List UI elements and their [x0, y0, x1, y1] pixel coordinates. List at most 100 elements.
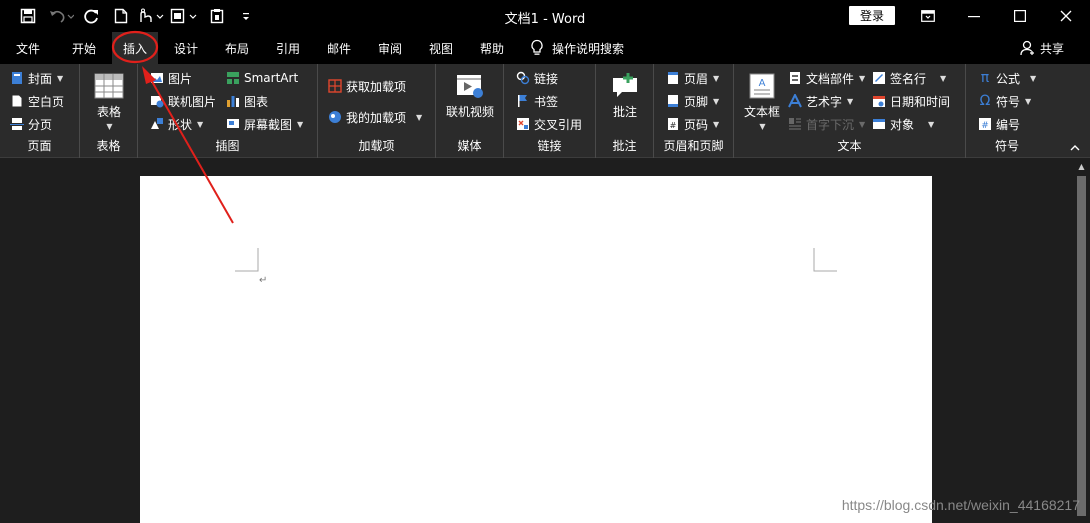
svg-text:#: #	[981, 121, 989, 131]
group-pages: 封面 ▼ 空白页 分页 页面	[0, 64, 80, 158]
group-pages-label: 页面	[27, 139, 52, 153]
page-break-button[interactable]: 分页	[10, 114, 52, 134]
quick-parts-button[interactable]: 文档部件 ▼	[788, 68, 865, 88]
footer-label: 页脚	[684, 94, 709, 109]
tab-insert[interactable]: 插入	[112, 32, 158, 64]
group-illustrations: 图片 联机图片 形状 ▼ SmartArt 图表 屏幕截图 ▼ 插图	[138, 64, 318, 158]
scroll-thumb[interactable]	[1077, 176, 1086, 516]
object-button[interactable]: 对象 ▼	[872, 114, 934, 134]
cover-page-label: 封面	[28, 71, 53, 86]
table-button[interactable]: 表格 ▼	[92, 72, 126, 131]
shapes-label: 形状	[168, 117, 193, 132]
symbol-button[interactable]: Ω 符号 ▼	[978, 91, 1032, 111]
scroll-up-icon[interactable]: ▲	[1076, 162, 1087, 172]
group-illustrations-label: 插图	[215, 139, 240, 153]
watermark-text: https://blog.csdn.net/weixin_44168217	[841, 497, 1080, 513]
shapes-button[interactable]: 形状 ▼	[150, 114, 203, 134]
get-addins-button[interactable]: 获取加载项	[328, 76, 406, 96]
page-break-label: 分页	[28, 117, 53, 132]
footer-button[interactable]: 页脚 ▼	[666, 91, 719, 111]
get-addins-label: 获取加载项	[346, 79, 407, 94]
title-bar: 文档1 - Word 登录	[0, 0, 1090, 32]
document-page[interactable]: ↵	[140, 176, 932, 523]
calendar-icon	[872, 94, 886, 108]
tell-me-search[interactable]: 操作说明搜索	[530, 32, 624, 64]
lightbulb-icon	[531, 39, 543, 55]
tab-review[interactable]: 审阅	[370, 32, 410, 64]
document-area: ↵ ▲ https://blog.csdn.net/weixin_4416821…	[0, 158, 1090, 523]
text-box-icon: A	[747, 72, 777, 100]
drop-cap-button[interactable]: 首字下沉 ▼	[788, 114, 865, 134]
group-text-label: 文本	[837, 139, 862, 153]
svg-text:#: #	[670, 121, 677, 130]
tab-file[interactable]: 文件	[8, 32, 48, 64]
new-comment-button[interactable]: 批注	[608, 72, 642, 120]
pictures-button[interactable]: 图片	[150, 68, 192, 88]
my-addins-button[interactable]: 我的加载项 ▼	[328, 107, 422, 127]
my-addins-label: 我的加载项	[346, 110, 407, 125]
page-number-button[interactable]: # 页码 ▼	[666, 114, 719, 134]
group-text: A 文本框 ▼ 文档部件 ▼ 艺术字 ▼ 首字下沉 ▼ 签名行 ▼ 日期和时间 对象 ▼	[734, 64, 966, 158]
maximize-icon[interactable]	[1008, 4, 1032, 28]
online-video-label: 联机视频	[445, 105, 494, 119]
screenshot-icon	[226, 117, 240, 131]
number-label: 编号	[996, 117, 1021, 132]
smartart-icon	[226, 71, 240, 85]
cover-page-button[interactable]: 封面 ▼	[10, 68, 63, 88]
equation-button[interactable]: π 公式 ▼	[978, 68, 1036, 88]
online-picture-icon	[150, 94, 164, 108]
paragraph-mark: ↵	[259, 275, 268, 286]
smartart-button[interactable]: SmartArt	[226, 68, 298, 88]
chart-label: 图表	[244, 94, 269, 109]
tab-view[interactable]: 视图	[421, 32, 461, 64]
page-number-icon: #	[666, 117, 680, 131]
link-icon	[516, 71, 530, 85]
header-button[interactable]: 页眉 ▼	[666, 68, 719, 88]
date-time-label: 日期和时间	[890, 94, 951, 109]
link-button[interactable]: 链接	[516, 68, 558, 88]
ribbon: 封面 ▼ 空白页 分页 页面 表格 ▼ 表格 图片 联机图片 形状 ▼ Smar…	[0, 64, 1090, 158]
minimize-icon[interactable]	[962, 4, 986, 28]
shapes-icon	[150, 117, 164, 131]
bookmark-label: 书签	[534, 94, 559, 109]
ribbon-display-options-icon[interactable]	[916, 4, 940, 28]
drop-cap-label: 首字下沉	[806, 117, 855, 132]
group-symbols-label: 符号	[994, 139, 1019, 153]
wordart-button[interactable]: 艺术字 ▼	[788, 91, 853, 111]
tab-layout[interactable]: 布局	[217, 32, 257, 64]
cross-reference-label: 交叉引用	[534, 117, 583, 132]
signature-line-label: 签名行	[890, 71, 927, 86]
close-icon[interactable]	[1054, 4, 1078, 28]
text-box-button[interactable]: A 文本框 ▼	[740, 72, 784, 131]
chart-button[interactable]: 图表	[226, 91, 268, 111]
margin-corner-top-left	[235, 248, 259, 272]
page-number-label: 页码	[684, 117, 709, 132]
login-button[interactable]: 登录	[849, 6, 895, 25]
wordart-icon	[788, 92, 802, 108]
tab-mailings[interactable]: 邮件	[319, 32, 359, 64]
smartart-label: SmartArt	[244, 71, 299, 85]
group-addins: 获取加载项 我的加载项 ▼ 加载项	[318, 64, 436, 158]
screenshot-button[interactable]: 屏幕截图 ▼	[226, 114, 303, 134]
signature-line-button[interactable]: 签名行 ▼	[872, 68, 946, 88]
share-button[interactable]: 共享	[1020, 32, 1064, 64]
person-icon	[1020, 40, 1034, 56]
tab-home[interactable]: 开始	[64, 32, 104, 64]
signature-icon	[872, 71, 886, 85]
tab-help[interactable]: 帮助	[472, 32, 512, 64]
group-links-label: 链接	[537, 139, 562, 153]
blank-page-button[interactable]: 空白页	[10, 91, 64, 111]
online-video-button[interactable]: 联机视频	[444, 72, 496, 120]
tab-design[interactable]: 设计	[166, 32, 206, 64]
group-symbols: π 公式 ▼ Ω 符号 ▼ # 编号 符号	[966, 64, 1048, 158]
date-time-button[interactable]: 日期和时间	[872, 91, 950, 111]
cross-reference-button[interactable]: 交叉引用	[516, 114, 582, 134]
vertical-scrollbar[interactable]: ▲	[1073, 158, 1090, 523]
number-button[interactable]: # 编号	[978, 114, 1020, 134]
bookmark-button[interactable]: 书签	[516, 91, 558, 111]
tab-references[interactable]: 引用	[268, 32, 308, 64]
my-addins-icon	[328, 110, 342, 124]
online-pictures-button[interactable]: 联机图片	[150, 91, 216, 111]
collapse-ribbon-icon[interactable]	[1068, 141, 1082, 155]
table-label: 表格	[96, 105, 121, 119]
